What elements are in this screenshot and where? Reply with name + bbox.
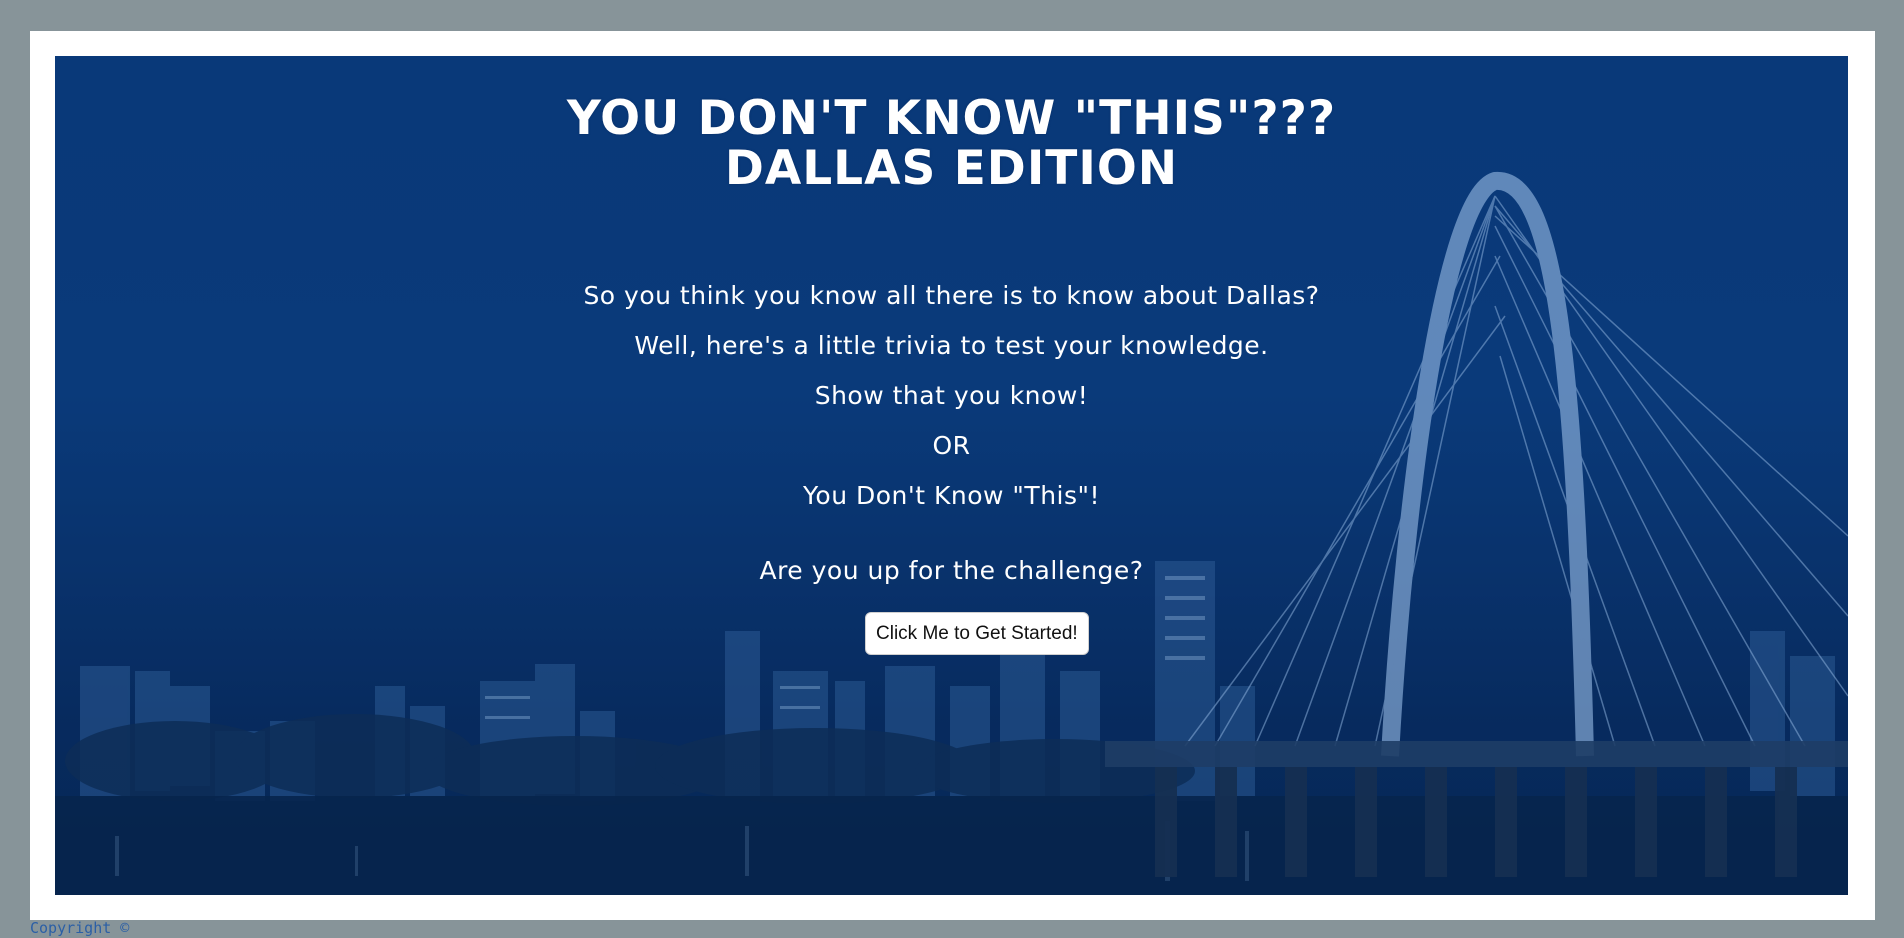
challenge-question: Are you up for the challenge? bbox=[759, 556, 1144, 585]
get-started-button[interactable]: Click Me to Get Started! bbox=[865, 612, 1089, 655]
page-title: You Don't Know "This"??? Dallas Edition bbox=[55, 94, 1848, 194]
intro-question: So you think you know all there is to kn… bbox=[583, 281, 1320, 310]
hero-section: You Don't Know "This"??? Dallas Edition … bbox=[55, 56, 1848, 895]
intro-show-line: Show that you know! bbox=[814, 381, 1089, 410]
title-line-1: You Don't Know "This"??? bbox=[566, 91, 1337, 146]
intro-dont-know-line: You Don't Know "This"! bbox=[802, 481, 1101, 510]
intro-trivia-line: Well, here's a little trivia to test you… bbox=[634, 331, 1269, 360]
page-frame: You Don't Know "This"??? Dallas Edition … bbox=[30, 31, 1875, 920]
title-line-2: Dallas Edition bbox=[724, 141, 1179, 196]
intro-or-line: OR bbox=[932, 431, 971, 460]
copyright-text: Copyright © bbox=[30, 919, 130, 937]
